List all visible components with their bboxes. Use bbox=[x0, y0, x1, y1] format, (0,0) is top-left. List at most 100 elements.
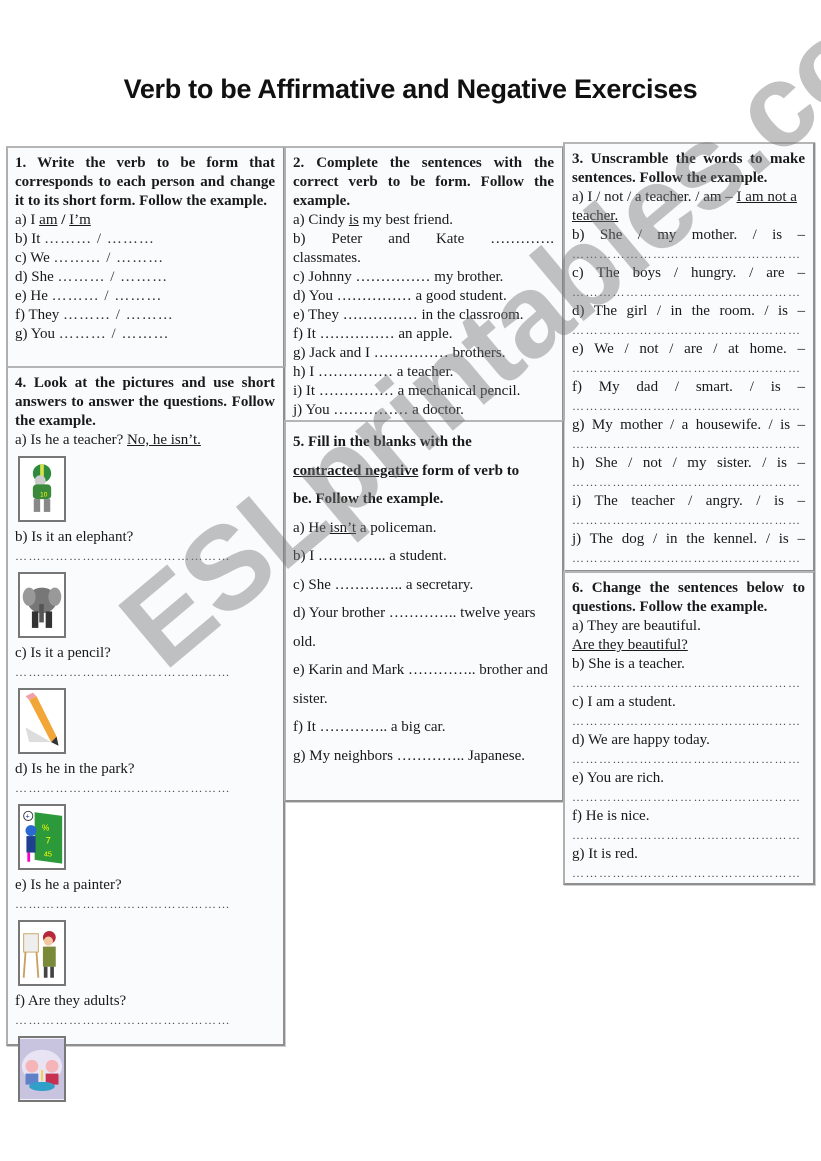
example-suffix: a policeman. bbox=[356, 519, 437, 536]
heading-line-3: be. Follow the example. bbox=[293, 491, 444, 507]
exercise-6-item: f) He is nice. bbox=[572, 808, 650, 824]
exercise-2-item[interactable]: i) It …………… a mechanical pencil. bbox=[293, 382, 554, 401]
separator: / bbox=[57, 212, 70, 228]
exercise-5-item[interactable]: c) She ………….. a secretary. bbox=[293, 571, 554, 600]
example-answer: is bbox=[348, 212, 359, 228]
answer-line[interactable]: …………………………………………… bbox=[572, 788, 805, 807]
heading-underlined: contracted negative bbox=[293, 462, 419, 479]
heading-line-1: 5. Fill in the blanks with the bbox=[293, 434, 472, 450]
exercise-1-item: g) You ……… / ……… bbox=[15, 325, 275, 344]
exercise-4-example: a) Is he a teacher? No, he isn’t. bbox=[15, 431, 275, 450]
svg-text:+: + bbox=[26, 812, 30, 821]
exercise-6-item: e) You are rich. bbox=[572, 770, 665, 786]
answer-line[interactable]: …………………………………………… bbox=[572, 245, 805, 264]
svg-text:%: % bbox=[42, 824, 50, 833]
exercise-6-heading: 6. Change the sentences below to questio… bbox=[572, 580, 805, 615]
answer-blank[interactable]: ……… / ……… bbox=[63, 307, 174, 323]
exercise-6-box: 6. Change the sentences below to questio… bbox=[563, 571, 815, 885]
exercise-3-item: g) My mother / a housewife. / is – bbox=[572, 417, 805, 433]
answer-line[interactable]: …………………………………………… bbox=[572, 473, 805, 492]
exercise-6-item: g) It is red. bbox=[572, 846, 638, 862]
example-question: a) Is he a teacher? bbox=[15, 432, 128, 448]
exercise-3-item: c) The boys / hungry. / are – bbox=[572, 265, 805, 281]
answer-line[interactable]: ………………………………………… bbox=[15, 779, 275, 798]
answer-blank[interactable]: ……… / ……… bbox=[59, 326, 170, 342]
exercise-6-item: d) We are happy today. bbox=[572, 732, 710, 748]
exercise-2-item[interactable]: e) They …………… in the classroom. bbox=[293, 306, 554, 325]
exercise-1-box: 1. Write the verb to be form that corres… bbox=[6, 146, 285, 368]
answer-line[interactable]: …………………………………………… bbox=[572, 321, 805, 340]
exercise-3-heading: 3. Unscramble the words to make sentence… bbox=[572, 151, 805, 186]
pencil-picture bbox=[18, 688, 66, 754]
exercise-1-item: d) She ……… / ……… bbox=[15, 268, 275, 287]
answer-line[interactable]: …………………………………………… bbox=[572, 750, 805, 769]
item-label: b) It bbox=[15, 231, 41, 247]
exercise-1-heading: 1. Write the verb to be form that corres… bbox=[15, 155, 275, 209]
example-prompt: a) I / not / a teacher. / am – bbox=[572, 189, 737, 205]
answer-line[interactable]: ………………………………………… bbox=[15, 895, 275, 914]
exercise-6-example-sentence: a) They are beautiful. bbox=[572, 618, 701, 634]
worksheet-title: Verb to be Affirmative and Negative Exer… bbox=[123, 74, 698, 104]
example-answer: No, he isn’t. bbox=[127, 432, 201, 448]
answer-line[interactable]: …………………………………………… bbox=[572, 712, 805, 731]
football-player-picture: 10 bbox=[18, 456, 66, 522]
answer-line[interactable]: …………………………………………… bbox=[572, 674, 805, 693]
example-prefix: a) He bbox=[293, 519, 330, 536]
item-label: e) He bbox=[15, 288, 48, 304]
answer-blank[interactable]: ……… / ……… bbox=[44, 231, 155, 247]
exercise-4-question: e) Is he a painter? bbox=[15, 877, 122, 893]
exercise-2-item[interactable]: g) Jack and I …………… brothers. bbox=[293, 344, 554, 363]
answer-blank[interactable]: ……… / ……… bbox=[52, 288, 163, 304]
example-short-form: I’m bbox=[69, 212, 91, 228]
example-answer: am bbox=[39, 212, 58, 228]
answer-line[interactable]: …………………………………………… bbox=[572, 283, 805, 302]
exercise-4-heading: 4. Look at the pictures and use short an… bbox=[15, 375, 275, 429]
answer-line[interactable]: ………………………………………… bbox=[15, 663, 275, 682]
item-label: f) They bbox=[15, 307, 60, 323]
answer-blank[interactable]: ……… / ……… bbox=[54, 250, 165, 266]
answer-line[interactable]: ………………………………………… bbox=[15, 547, 275, 566]
answer-line[interactable]: …………………………………………… bbox=[572, 864, 805, 883]
exercise-2-item-b-line2: classmates. bbox=[293, 250, 361, 266]
exercise-5-item[interactable]: e) Karin and Mark ………….. brother and sis… bbox=[293, 656, 554, 713]
item-label: g) You bbox=[15, 326, 56, 342]
exercise-3-item: b) She / my mother. / is – bbox=[572, 227, 805, 243]
exercise-2-item[interactable]: f) It …………… an apple. bbox=[293, 325, 554, 344]
boy-at-chalkboard-picture: % 7 45 + bbox=[18, 804, 66, 870]
answer-line[interactable]: …………………………………………… bbox=[572, 435, 805, 454]
exercise-5-heading: 5. Fill in the blanks with the contracte… bbox=[293, 428, 554, 514]
exercise-4-question: c) Is it a pencil? bbox=[15, 645, 111, 661]
exercise-5-item[interactable]: b) I ………….. a student. bbox=[293, 542, 554, 571]
answer-line[interactable]: …………………………………………… bbox=[572, 359, 805, 378]
answer-line[interactable]: ………………………………………… bbox=[15, 1011, 275, 1030]
example-prefix: a) Cindy bbox=[293, 212, 349, 228]
exercise-3-box: 3. Unscramble the words to make sentence… bbox=[563, 142, 815, 572]
exercise-3-item: e) We / not / are / at home. – bbox=[572, 341, 805, 357]
exercise-3-item: j) The dog / in the kennel. / is – bbox=[572, 531, 805, 547]
exercise-5-item[interactable]: g) My neighbors ………….. Japanese. bbox=[293, 742, 554, 771]
exercise-5-item[interactable]: f) It ………….. a big car. bbox=[293, 713, 554, 742]
exercise-1-item: f) They ……… / ……… bbox=[15, 306, 275, 325]
exercise-3-item: d) The girl / in the room. / is – bbox=[572, 303, 805, 319]
exercise-4-box: 4. Look at the pictures and use short an… bbox=[6, 366, 285, 1102]
exercise-2-item[interactable]: d) You …………… a good student. bbox=[293, 287, 554, 306]
item-label: d) She bbox=[15, 269, 54, 285]
svg-text:7: 7 bbox=[46, 835, 51, 845]
answer-line[interactable]: …………………………………………… bbox=[572, 511, 805, 530]
exercise-2-box: 2. Complete the sentences with the corre… bbox=[284, 146, 564, 422]
exercise-6-item: c) I am a student. bbox=[572, 694, 676, 710]
exercise-3-example: a) I / not / a teacher. / am – I am not … bbox=[572, 188, 805, 226]
exercise-2-item-b-line1[interactable]: b) Peter and Kate …………. bbox=[293, 230, 554, 249]
answer-line[interactable]: …………………………………………… bbox=[572, 826, 805, 845]
elephant-picture bbox=[18, 572, 66, 638]
exercise-5-item[interactable]: d) Your brother ………….. twelve years old. bbox=[293, 599, 554, 656]
exercise-2-item[interactable]: j) You …………… a doctor. bbox=[293, 401, 554, 420]
answer-line[interactable]: …………………………………………… bbox=[572, 397, 805, 416]
heading-rest: form of verb to bbox=[418, 462, 520, 479]
exercise-5-example: a) He isn’t a policeman. bbox=[293, 514, 554, 543]
answer-blank[interactable]: ……… / ……… bbox=[58, 269, 169, 285]
answer-line[interactable]: …………………………………………… bbox=[572, 549, 805, 568]
svg-text:10: 10 bbox=[40, 491, 48, 498]
exercise-2-item[interactable]: h) I …………… a teacher. bbox=[293, 363, 554, 382]
exercise-2-item[interactable]: c) Johnny …………… my brother. bbox=[293, 268, 554, 287]
